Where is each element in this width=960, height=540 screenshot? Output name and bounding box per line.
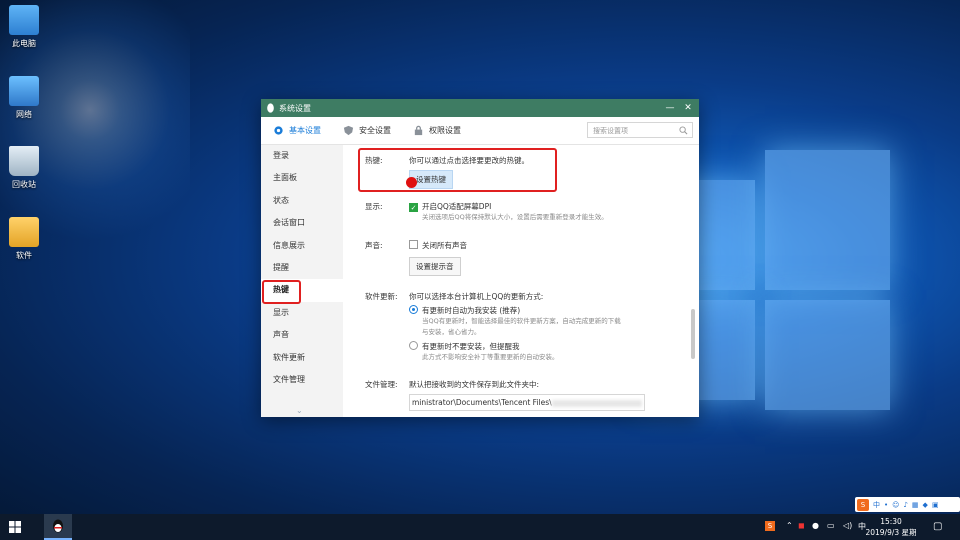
qq-tray-icon[interactable]: ● <box>812 521 819 530</box>
dialog-titlebar[interactable]: 系统设置 — ✕ <box>261 99 699 117</box>
mute-all-checkbox[interactable] <box>409 240 418 249</box>
auto-install-label: 有更新时自动为我安装 (推荐) <box>422 306 521 315</box>
display-hint: 关闭选项后QQ将保持默认大小，设置后需要重新登录才能生效。 <box>422 213 608 221</box>
dpi-checkbox[interactable]: ✓ <box>409 203 418 212</box>
tab-permission-settings[interactable]: 权限设置 <box>413 125 461 136</box>
desktop-icon-network[interactable]: 网络 <box>4 76 44 120</box>
sidebar-item-sound[interactable]: 声音 <box>261 324 343 346</box>
sogou-icon: S <box>857 498 869 511</box>
mute-all-label: 关闭所有声音 <box>422 241 467 250</box>
chevron-up-icon[interactable]: ⌃ <box>786 521 793 530</box>
clock-time: 15:30 <box>880 517 902 526</box>
sidebar-item-login[interactable]: 登录 <box>261 145 343 167</box>
clock[interactable]: 15:30 2019/9/3 星期二 <box>862 516 920 540</box>
download-folder-path: ministrator\Documents\Tencent Files\ <box>412 398 552 407</box>
content-scrollbar[interactable] <box>691 309 695 359</box>
sidebar-item-display[interactable]: 显示 <box>261 302 343 324</box>
clock-date: 2019/9/3 星期二 <box>865 528 917 540</box>
section-label: 软件更新: <box>365 292 398 301</box>
qq-penguin-icon <box>267 103 274 113</box>
tab-label: 安全设置 <box>359 126 391 135</box>
close-button[interactable]: ✕ <box>681 101 695 115</box>
tab-label: 权限设置 <box>429 126 461 135</box>
dialog-title: 系统设置 <box>279 103 311 113</box>
desktop-icon-label: 回收站 <box>12 180 36 189</box>
sidebar-item-file-management[interactable]: 文件管理 <box>261 369 343 391</box>
sogou-tray-icon[interactable]: S <box>765 521 775 531</box>
desktop-icon-computer[interactable]: 此电脑 <box>4 5 44 49</box>
auto-install-radio[interactable] <box>409 305 418 314</box>
qq-penguin-icon <box>53 519 63 533</box>
section-label: 显示: <box>365 202 383 211</box>
toolbox-icon[interactable]: ▣ <box>932 501 939 509</box>
skin-icon[interactable]: ◆ <box>923 501 928 509</box>
download-folder-field[interactable]: ministrator\Documents\Tencent Files\ <box>409 394 645 411</box>
sidebar-item-status[interactable]: 状态 <box>261 190 343 212</box>
chevron-down-icon[interactable]: ⌄ <box>296 406 303 415</box>
section-label: 声音: <box>365 241 383 250</box>
volume-icon[interactable]: ◁) <box>843 521 852 530</box>
desktop-icon-recycle-bin[interactable]: 回收站 <box>4 146 44 190</box>
desktop-icon-label: 软件 <box>16 251 32 260</box>
redacted-path <box>551 399 642 407</box>
notification-center-icon[interactable]: ▢ <box>933 521 942 532</box>
tab-security-settings[interactable]: 安全设置 <box>343 125 391 136</box>
tab-label: 基本设置 <box>289 126 321 135</box>
hotkey-highlight-box <box>358 148 557 192</box>
sidebar-item-info-display[interactable]: 信息展示 <box>261 235 343 257</box>
update-description: 你可以选择本台计算机上QQ的更新方式: <box>409 292 544 301</box>
windows-start-icon[interactable] <box>9 521 21 533</box>
sidebar-highlight-box <box>262 280 301 304</box>
tab-basic-settings[interactable]: 基本设置 <box>273 125 321 136</box>
section-label: 文件管理: <box>365 380 398 389</box>
search-icon[interactable] <box>679 126 688 135</box>
settings-search-input[interactable]: 搜索设置项 <box>587 122 693 138</box>
gear-icon <box>274 126 283 135</box>
files-description: 默认把接收到的文件保存到此文件夹中: <box>409 380 540 389</box>
desktop-icon-software[interactable]: 软件 <box>4 217 44 261</box>
folder-icon <box>9 217 39 247</box>
desktop-icon-label: 此电脑 <box>12 39 36 48</box>
settings-dialog: 系统设置 — ✕ 基本设置 安全设置 权限设置 搜索设置项 登录 主面板 状态 … <box>261 99 699 417</box>
minimize-button[interactable]: — <box>663 101 677 115</box>
network-tray-icon[interactable]: ▭ <box>827 521 835 530</box>
search-placeholder: 搜索设置项 <box>593 127 628 135</box>
keyboard-icon[interactable]: ▦ <box>912 501 919 509</box>
app-tray-icon[interactable]: ◼ <box>798 521 805 530</box>
click-indicator <box>406 177 417 188</box>
dpi-checkbox-label: 开启QQ适配屏幕DPI <box>422 202 492 211</box>
notify-only-label: 有更新时不要安装，但提醒我 <box>422 342 520 351</box>
notify-only-hint: 此方式不影响安全补丁等重要更新的自动安装。 <box>422 353 559 361</box>
taskbar: S ⌃ ◼ ● ▭ ◁) 中 15:30 2019/9/3 星期二 ▢ <box>0 514 960 540</box>
set-notification-sound-button[interactable]: 设置提示音 <box>409 257 461 276</box>
sidebar-item-chat-window[interactable]: 会话窗口 <box>261 212 343 234</box>
microphone-icon[interactable]: ♪ <box>903 501 907 509</box>
network-icon <box>9 76 39 106</box>
emoji-icon[interactable]: ☺ <box>892 501 899 509</box>
shield-icon <box>343 125 354 136</box>
ime-toolbar[interactable]: S 中 • ☺ ♪ ▦ ◆ ▣ <box>855 497 960 512</box>
recycle-bin-icon <box>9 146 39 176</box>
auto-install-hint: 当QQ有更新时，智能选择最佳的软件更新方案，自动完成更新的下载 <box>422 317 621 325</box>
notify-only-radio[interactable] <box>409 341 418 350</box>
taskbar-qq-button[interactable] <box>44 514 72 540</box>
sidebar-item-reminder[interactable]: 提醒 <box>261 257 343 279</box>
desktop-icon-label: 网络 <box>16 110 32 119</box>
auto-install-hint: 与安装，省心省力。 <box>422 328 481 336</box>
lock-icon <box>414 125 423 136</box>
sidebar-item-main-panel[interactable]: 主面板 <box>261 167 343 189</box>
computer-icon <box>9 5 39 35</box>
punctuation-icon[interactable]: • <box>884 501 888 509</box>
settings-tabs: 基本设置 安全设置 权限设置 搜索设置项 <box>261 117 699 145</box>
sidebar-item-software-update[interactable]: 软件更新 <box>261 347 343 369</box>
ime-mode[interactable]: 中 <box>873 500 880 510</box>
